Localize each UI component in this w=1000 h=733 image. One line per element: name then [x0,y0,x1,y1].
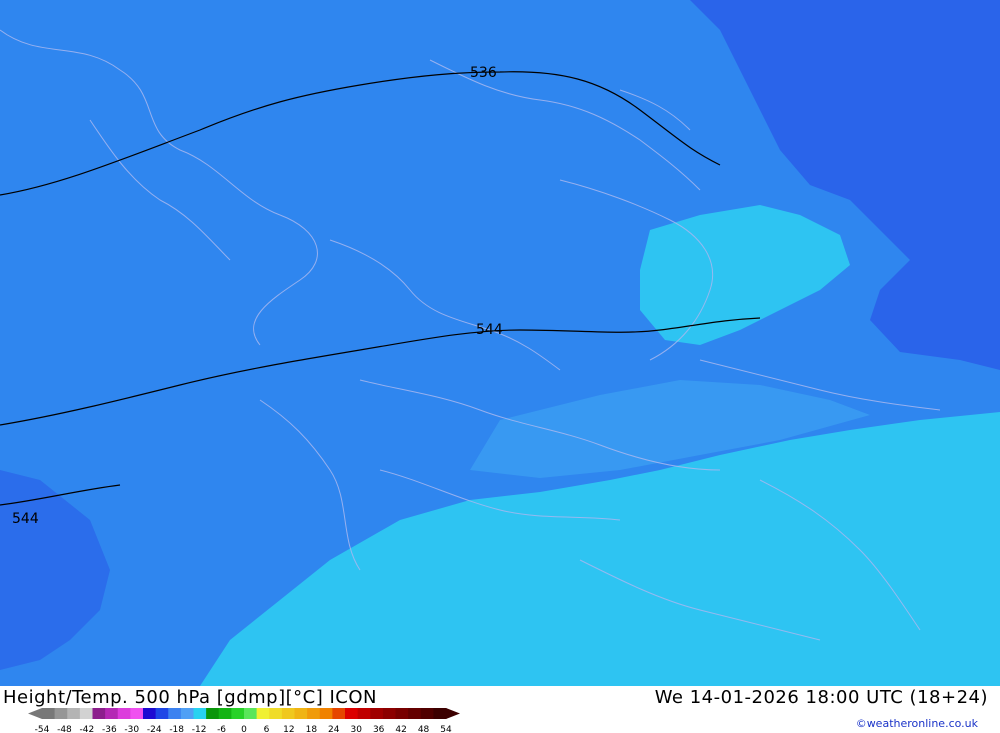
scale-swatch [345,708,359,719]
scale-tick-label: -30 [124,725,139,733]
scale-swatch [67,708,81,719]
scale-tick-label: -54 [35,725,50,733]
scale-swatch [231,708,245,719]
scale-swatch [117,708,131,719]
scale-tick-label: 54 [440,725,452,733]
scale-swatch [105,708,119,719]
scale-tick-label: 48 [418,725,430,733]
scale-swatch [130,708,144,719]
scale-swatch [168,708,182,719]
scale-swatch [42,708,56,719]
scale-swatch [218,708,232,719]
scale-swatch [420,708,434,719]
scale-swatch [269,708,283,719]
scale-swatch [370,708,384,719]
height-label: 544 [12,511,39,527]
scale-swatch [395,708,409,719]
scale-swatch [180,708,194,719]
scale-swatch [382,708,396,719]
scale-swatch [408,708,422,719]
scale-tick-label: 18 [306,725,318,733]
scale-swatch [206,708,220,719]
scale-tick-label: 0 [241,725,247,733]
scale-tick-label: 6 [264,725,270,733]
scale-swatch [92,708,106,719]
scale-swatch [307,708,321,719]
scale-swatch [433,708,447,719]
scale-arrow-left [28,708,42,719]
scale-swatch [332,708,346,719]
color-scale: -54 -48 -42 -36 -30 -24 -18 -12 -6 0 6 12 18 24 30 36 42… [28,708,460,733]
scale-swatch [294,708,308,719]
scale-swatch [281,708,295,719]
scale-swatch [54,708,68,719]
scale-swatch [319,708,333,719]
scale-swatch [357,708,371,719]
scale-tick-label: 42 [395,725,406,733]
scale-tick-label: -6 [217,725,226,733]
scale-swatch [79,708,93,719]
scale-tick-label: -48 [57,725,72,733]
scale-tick-label: 36 [373,725,385,733]
scale-tick-label: -42 [80,725,95,733]
valid-time: We 14-01-2026 18:00 UTC (18+24) [654,687,988,708]
credit-link[interactable]: ©weatheronline.co.uk [856,717,978,730]
weather-map: 536 544 544 [0,0,1000,686]
scale-tick-label: -12 [192,725,207,733]
scale-swatch [193,708,207,719]
scale-swatch [143,708,157,719]
height-label: 544 [476,322,503,338]
map-footer: Height/Temp. 500 hPa [gdmp][°C] ICON We … [0,686,1000,733]
scale-tick-label: 30 [350,725,362,733]
scale-swatch [244,708,258,719]
scale-swatch [256,708,270,719]
scale-arrow-right [446,708,460,719]
scale-tick-label: -36 [102,725,117,733]
map-title: Height/Temp. 500 hPa [gdmp][°C] ICON [3,687,377,708]
scale-swatch [155,708,169,719]
scale-tick-label: 24 [328,725,340,733]
height-label: 536 [470,65,497,81]
scale-tick-label: -18 [169,725,184,733]
scale-tick-label: 12 [283,725,294,733]
scale-tick-label: -24 [147,725,162,733]
